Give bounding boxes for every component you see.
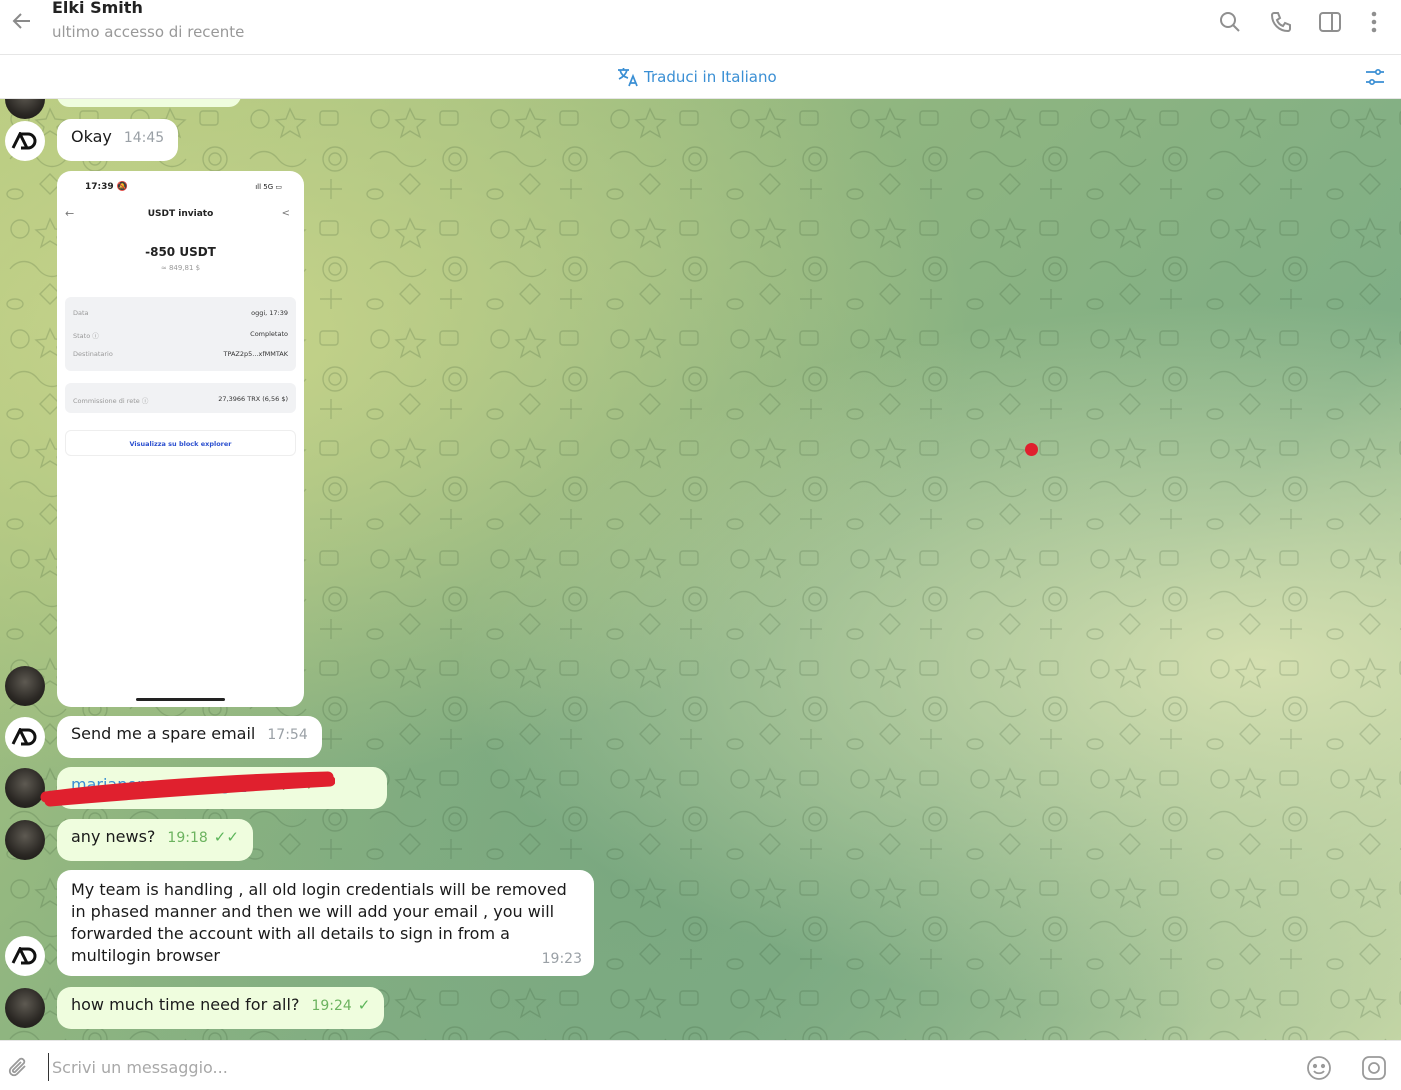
screenshot-details-card: Data oggi, 17:39 Stato ⓘ Completato Destin… [65,297,296,371]
search-icon[interactable] [1217,9,1243,35]
message-composer [0,1040,1401,1090]
sidebar-toggle-icon[interactable] [1317,9,1343,35]
chat-status: ultimo accesso di recente [52,23,245,41]
screenshot-home-indicator [136,698,225,701]
redaction-scribble [40,771,335,807]
avatar[interactable] [5,820,45,860]
phone-icon[interactable] [1268,9,1294,35]
screenshot-time: 17:39 🔕 [85,182,128,192]
message-text: Okay [71,127,112,146]
chat-messages-area[interactable]: Okay 14:45 17:39 🔕 ıll 5G ▭ ← USDT inviat… [0,99,1401,1040]
message-bubble-partial [57,99,241,107]
image-message[interactable]: 17:39 🔕 ıll 5G ▭ ← USDT inviato < -850 U… [57,171,304,707]
screenshot-explorer-link: Visualizza su block explorer [65,430,296,456]
avatar[interactable] [5,666,45,706]
ad-logo-icon [11,132,37,150]
message-bubble[interactable]: any news? 19:18 ✓✓ [57,819,253,861]
screenshot-title: USDT inviato [147,209,214,219]
avatar[interactable] [5,121,45,161]
ad-logo-icon [11,947,37,965]
translate-icon [618,68,638,87]
single-check-icon: ✓ [357,996,371,1014]
translate-bar: Traduci in Italiano [0,55,1401,99]
chat-title[interactable]: Elki Smith [52,0,143,17]
avatar[interactable] [5,988,45,1028]
cursor-marker-dot [1025,443,1038,456]
message-time: 19:24 [311,998,352,1014]
message-text: Send me a spare email [71,724,256,743]
back-arrow-icon[interactable] [6,4,38,36]
avatar[interactable] [5,936,45,976]
message-text: My team is handling , all old login cred… [71,880,567,965]
emoji-icon[interactable] [1305,1054,1333,1082]
message-text: how much time need for all? [71,995,300,1014]
double-check-icon: ✓✓ [213,828,239,846]
avatar[interactable] [5,717,45,757]
screenshot-network: ıll 5G ▭ [255,183,282,191]
message-bubble[interactable]: My team is handling , all old login cred… [57,870,594,976]
screenshot-share-icon: < [281,208,290,219]
message-time: 19:23 [541,951,582,967]
more-menu-icon[interactable] [1361,9,1387,35]
chat-header: Elki Smith ultimo accesso di recente [0,0,1401,55]
screenshot-fee-card: Commissione di rete ⓘ 27,3966 TRX (6,56 $… [65,383,296,413]
message-time: 14:45 [123,130,165,146]
message-time: 19:18 [167,830,208,846]
message-bubble[interactable]: Okay 14:45 [57,119,179,161]
screenshot-amount: -850 USDT [145,245,216,259]
paperclip-icon[interactable] [6,1055,32,1081]
ad-logo-icon [11,728,37,746]
avatar[interactable] [5,768,45,808]
message-text: any news? [71,827,156,846]
translate-label: Traduci in Italiano [644,68,777,86]
translate-button[interactable]: Traduci in Italiano [616,65,777,89]
message-bubble[interactable]: how much time need for all? 19:24 ✓ [57,987,385,1029]
message-bubble[interactable]: Send me a spare email 17:54 [57,716,322,758]
screenshot-approx: ≈ 849,81 $ [160,264,201,272]
message-time: 17:54 [267,727,308,743]
message-input[interactable] [48,1053,1248,1081]
camera-icon[interactable] [1360,1054,1388,1082]
translate-settings-icon[interactable] [1363,65,1387,89]
